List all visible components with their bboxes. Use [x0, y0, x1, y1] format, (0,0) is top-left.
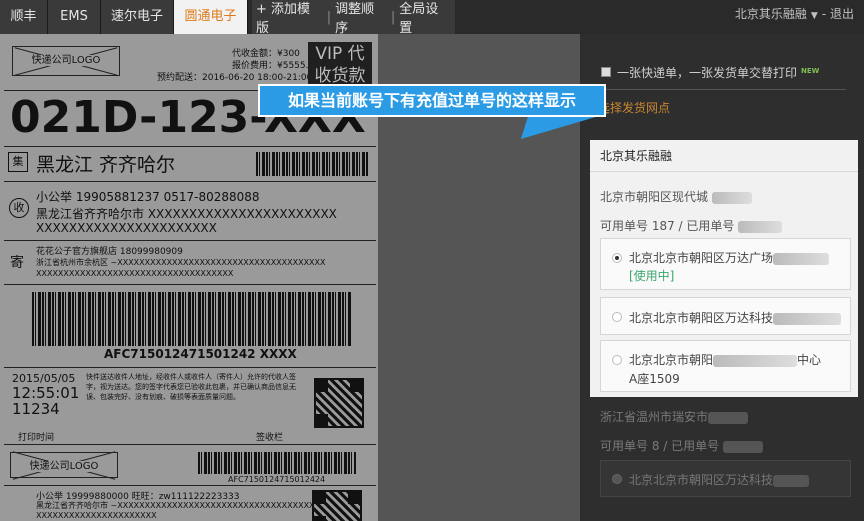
blurred-text: [773, 474, 810, 487]
quota-1: 可用单号 187 / 已用单号: [600, 217, 783, 234]
blurred-text: [711, 191, 752, 204]
tab-yuantong[interactable]: 圆通电子: [174, 0, 248, 34]
option-4-label: 北京北京市朝阳区万达科技: [629, 473, 774, 487]
option-3-line2: A座1509: [629, 372, 680, 386]
recipient2-address: 黑龙江省齐齐哈尔市 ~XXXXXXXXXXXXXXXXXXXXXXXXXXXXX…: [36, 501, 315, 510]
recipient2-address-2: XXXXXXXXXXXXXXXXXXXXXX: [36, 511, 157, 520]
blurred-text: [738, 220, 783, 233]
shipping-option-2[interactable]: 北京北京市朝阳区万达科技: [600, 297, 851, 335]
ji-label: 寄: [10, 255, 24, 271]
address-group-2-text: 浙江省温州市瑞安市: [600, 410, 709, 424]
divider: [4, 367, 376, 368]
blurred-text: [713, 354, 798, 367]
option-3-label-end: 中心: [797, 353, 822, 367]
tooltip-callout: 如果当前账号下有充值过单号的这样显示: [258, 84, 606, 117]
destination-city: 黑龙江 齐齐哈尔: [36, 154, 176, 176]
address-group-1: 北京市朝阳区现代城: [600, 188, 752, 205]
divider: [4, 284, 376, 285]
option-2-text: 北京北京市朝阳区万达科技: [629, 309, 842, 326]
secondary-barcode: [198, 452, 356, 474]
recipient-address-2: XXXXXXXXXXXXXXXXXXXXXX: [36, 221, 217, 235]
tab-suer[interactable]: 速尔电子: [101, 0, 174, 34]
new-badge: NEW: [801, 67, 820, 75]
logout-link[interactable]: 退出: [830, 7, 854, 21]
blurred-text: [773, 252, 830, 265]
divider: [600, 89, 846, 90]
shou-icon: 收: [9, 198, 29, 218]
sign-label: 签收栏: [256, 433, 284, 443]
add-template-button[interactable]: + 添加模版: [252, 0, 327, 36]
print-number: 11234: [12, 400, 60, 418]
vip-cod-badge: VIP 代收货款: [308, 42, 372, 88]
sender-contact: 花花公子官方旗舰店 18099980909: [36, 247, 183, 257]
user-separator: -: [821, 7, 827, 21]
quota-2-text: 可用单号 8 / 已用单号: [600, 439, 720, 453]
quota-1-text: 可用单号 187 / 已用单号: [600, 219, 735, 233]
shipping-option-3[interactable]: 北京北京市朝阳 中心 A座1509: [600, 340, 851, 392]
option-4-text: 北京北京市朝阳区万达科技: [629, 471, 810, 488]
user-menu: 北京其乐融融 ▼ - 退出: [735, 0, 854, 34]
sender-address-2: XXXXXXXXXXXXXXXXXXXXXXXXXXXXXXXXXXXX: [36, 269, 234, 278]
toolbar: + 添加模版 | 调整顺序 | 全局设置: [252, 0, 455, 36]
caret-down-icon[interactable]: ▼: [811, 11, 818, 21]
quota-2: 可用单号 8 / 已用单号: [600, 437, 763, 454]
shipping-option-4[interactable]: 北京北京市朝阳区万达科技: [600, 460, 851, 497]
ji-icon: 集: [8, 152, 28, 172]
option-3-text: 北京北京市朝阳 中心: [629, 351, 821, 368]
appointment-time: 预约配送：2016-06-20 18:00-21:00: [157, 73, 313, 83]
blurred-text: [708, 411, 749, 424]
user-name[interactable]: 北京其乐融融: [735, 7, 807, 21]
select-shipping-point-link[interactable]: 选择发货网点: [598, 99, 670, 116]
main-barcode: [32, 292, 352, 346]
tab-ems[interactable]: EMS: [48, 0, 101, 34]
global-settings-button[interactable]: 全局设置: [395, 0, 455, 36]
alternate-print-label: 一张快递单，一张发货单交替打印: [617, 66, 798, 80]
sender-address: 浙江省杭州市余杭区 ~XXXXXXXXXXXXXXXXXXXXXXXXXXXXX…: [36, 258, 326, 267]
radio-unselected[interactable]: [612, 355, 622, 365]
print-time-label: 打印时间: [18, 433, 55, 443]
alternate-print-checkbox[interactable]: [601, 67, 611, 77]
company-logo-placeholder: 快递公司LOGO: [12, 46, 120, 76]
company-logo-placeholder-2: 快递公司LOGO: [10, 452, 118, 478]
divider: [4, 146, 376, 147]
radio-unselected[interactable]: [612, 312, 622, 322]
tab-shunfeng[interactable]: 顺丰: [0, 0, 48, 34]
divider: [4, 485, 376, 486]
divider: [4, 444, 376, 445]
radio-selected[interactable]: [612, 253, 622, 263]
option-1-text: 北京北京市朝阳区万达广场: [629, 249, 830, 266]
delivery-notice: 快件送达收件人地址，经收件人或收件人（寄件人）允许的代收人签字，视为送达。您的签…: [86, 373, 296, 401]
barcode-number: AFC715012471501242 XXXX: [104, 347, 297, 361]
qr-code: [314, 378, 364, 428]
qr-code-2: [312, 490, 362, 521]
vip-line1: VIP 代: [315, 44, 365, 64]
option-1-label: 北京北京市朝阳区万达广场: [629, 251, 774, 265]
top-bar: 顺丰 EMS 速尔电子 圆通电子 + 添加模版 | 调整顺序 | 全局设置 北京…: [0, 0, 864, 36]
logo-text: 快递公司LOGO: [29, 55, 103, 66]
option-2-label: 北京北京市朝阳区万达科技: [629, 311, 774, 325]
blurred-text: [722, 440, 763, 453]
recipient-address: 黑龙江省齐齐哈尔市 XXXXXXXXXXXXXXXXXXXXXXX: [36, 207, 337, 221]
divider: [4, 181, 376, 182]
shipping-option-1[interactable]: 北京北京市朝阳区万达广场 [使用中]: [600, 238, 851, 290]
address-group-1-text: 北京市朝阳区现代城: [600, 190, 709, 204]
card-title: 北京其乐融融: [590, 140, 858, 172]
radio-unselected[interactable]: [612, 474, 622, 484]
destination-barcode: [256, 152, 368, 176]
option-3-label: 北京北京市朝阳: [629, 353, 714, 367]
reorder-button[interactable]: 调整顺序: [331, 0, 391, 36]
blurred-text: [773, 312, 842, 325]
recipient-contact: 小公举 19905881237 0517-80288088: [36, 190, 260, 204]
secondary-barcode-number: AFC7150124715012424: [228, 475, 326, 484]
logo-text-2: 快递公司LOGO: [27, 461, 101, 472]
address-group-2: 浙江省温州市瑞安市: [600, 408, 749, 425]
shipping-point-card: 北京其乐融融 北京市朝阳区现代城 可用单号 187 / 已用单号 北京北京市朝阳…: [590, 140, 858, 397]
divider: [4, 240, 376, 241]
in-use-badge: [使用中]: [629, 269, 675, 283]
